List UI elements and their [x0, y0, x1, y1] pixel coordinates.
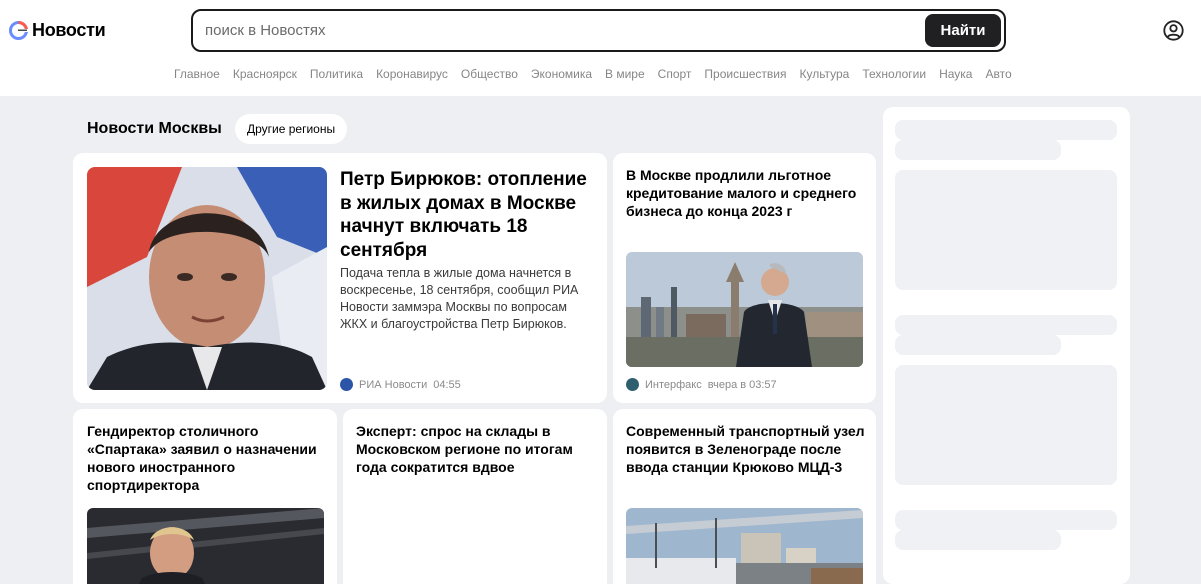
- credit-story-card[interactable]: В Москве продлили льготное кредитование …: [613, 153, 876, 403]
- nav-item-world[interactable]: В мире: [605, 67, 645, 81]
- nav-item-coronavirus[interactable]: Коронавирус: [376, 67, 448, 81]
- news-logo-icon: [9, 21, 28, 40]
- transport-story-image: [626, 508, 863, 584]
- main-story-image: [87, 167, 327, 390]
- nav-item-economy[interactable]: Экономика: [531, 67, 592, 81]
- skeleton-block: [895, 365, 1117, 485]
- story-time: 04:55: [433, 378, 461, 391]
- region-title: Новости Москвы: [87, 120, 222, 137]
- logo[interactable]: Новости: [9, 20, 106, 41]
- main-story-card[interactable]: Петр Бирюков: отопление в жилых домах в …: [73, 153, 607, 403]
- skeleton-line: [895, 335, 1061, 355]
- skeleton-line: [895, 510, 1117, 530]
- search-input[interactable]: [205, 11, 905, 50]
- skeleton-block: [895, 170, 1117, 290]
- category-nav: Главное Красноярск Политика Коронавирус …: [174, 67, 1025, 81]
- interfax-source-icon: [626, 378, 639, 391]
- nav-item-main[interactable]: Главное: [174, 67, 220, 81]
- nav-item-society[interactable]: Общество: [461, 67, 518, 81]
- nav-item-culture[interactable]: Культура: [799, 67, 849, 81]
- main-story-headline[interactable]: Петр Бирюков: отопление в жилых домах в …: [340, 168, 590, 262]
- nav-item-region[interactable]: Красноярск: [233, 67, 297, 81]
- story-time: вчера в 03:57: [707, 378, 777, 391]
- source-name[interactable]: Интерфакс: [645, 379, 702, 391]
- skeleton-line: [895, 530, 1061, 550]
- ria-source-icon: [340, 378, 353, 391]
- main-story-meta: РИА Новости 04:55: [340, 378, 461, 391]
- nav-item-sport[interactable]: Спорт: [658, 67, 692, 81]
- logo-text: Новости: [32, 20, 106, 40]
- nav-item-auto[interactable]: Авто: [985, 67, 1011, 81]
- credit-story-headline[interactable]: В Москве продлили льготное кредитование …: [626, 166, 866, 220]
- header: Новости Найти Главное Красноярск Политик…: [0, 0, 1201, 96]
- sidebar-placeholder: [883, 107, 1130, 584]
- spartak-story-image: [87, 508, 324, 584]
- user-profile-icon[interactable]: [1163, 20, 1184, 41]
- search-button[interactable]: Найти: [925, 14, 1001, 47]
- skeleton-line: [895, 140, 1061, 160]
- nav-item-technology[interactable]: Технологии: [862, 67, 926, 81]
- credit-story-meta: Интерфакс вчера в 03:57: [626, 378, 777, 391]
- source-name[interactable]: РИА Новости: [359, 379, 427, 391]
- transport-story-card[interactable]: Современный транспортный узел появится в…: [613, 409, 876, 584]
- warehouse-story-headline[interactable]: Эксперт: спрос на склады в Московском ре…: [356, 422, 596, 476]
- other-regions-button[interactable]: Другие регионы: [235, 114, 348, 144]
- nav-item-science[interactable]: Наука: [939, 67, 972, 81]
- nav-item-politics[interactable]: Политика: [310, 67, 363, 81]
- search-bar: Найти: [191, 9, 1006, 52]
- skeleton-line: [895, 315, 1117, 335]
- warehouse-story-card[interactable]: Эксперт: спрос на склады в Московском ре…: [343, 409, 607, 584]
- skeleton-line: [895, 120, 1117, 140]
- spartak-story-card[interactable]: Гендиректор столичного «Спартака» заявил…: [73, 409, 337, 584]
- spartak-story-headline[interactable]: Гендиректор столичного «Спартака» заявил…: [87, 422, 327, 494]
- nav-item-incidents[interactable]: Происшествия: [704, 67, 786, 81]
- transport-story-headline[interactable]: Современный транспортный узел появится в…: [626, 422, 866, 476]
- credit-story-image: [626, 252, 863, 367]
- main-story-snippet: Подача тепла в жилые дома начнется в вос…: [340, 266, 579, 331]
